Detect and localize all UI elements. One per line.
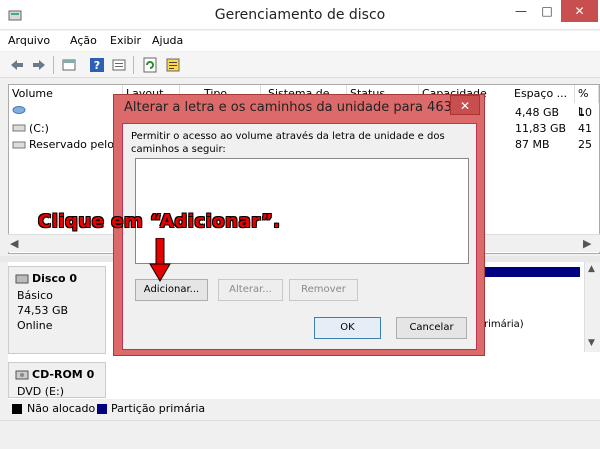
menu-arquivo[interactable]: Arquivo: [8, 34, 50, 47]
disk-type: Básico: [17, 289, 53, 302]
remove-button[interactable]: Remover: [289, 279, 358, 301]
cdrom-0-info[interactable]: CD-ROM 0 DVD (E:): [8, 362, 106, 398]
volume-icon: [12, 105, 26, 118]
maximize-button[interactable]: □: [534, 0, 560, 22]
row-volume: [29, 105, 119, 121]
dialog-description: Permitir o acesso ao volume através da l…: [131, 131, 445, 155]
scroll-down-icon[interactable]: ▼: [588, 338, 595, 348]
disk-size: 74,53 GB: [17, 304, 69, 317]
row-pct: 10: [578, 106, 592, 119]
settings-icon[interactable]: [164, 56, 182, 74]
row-pct: 25: [578, 138, 592, 151]
cdrom-name: CD-ROM 0: [32, 368, 95, 381]
vertical-scrollbar[interactable]: ▲ ▼: [584, 262, 600, 352]
menu-ajuda[interactable]: Ajuda: [152, 34, 183, 47]
row-volume: Reservado pelo Si: [29, 138, 121, 151]
change-button[interactable]: Alterar...: [218, 279, 283, 301]
legend-swatch-primary: [97, 404, 107, 414]
menu-acao[interactable]: Ação: [70, 34, 97, 47]
help-icon[interactable]: ?: [88, 56, 106, 74]
row-space: 4,48 GB: [515, 106, 560, 119]
ok-button[interactable]: OK: [314, 317, 381, 339]
svg-text:?: ?: [94, 59, 100, 72]
disk-state: Online: [17, 319, 53, 332]
menu-exibir[interactable]: Exibir: [110, 34, 141, 47]
toolbar-divider: [133, 56, 134, 74]
drive-icon: [12, 123, 26, 136]
partition-label: rimária): [484, 319, 524, 330]
row-volume: (C:): [29, 122, 49, 135]
disk-0-info[interactable]: Disco 0 Básico 74,53 GB Online: [8, 266, 106, 354]
status-bar: [0, 420, 600, 449]
dialog-body: Permitir o acesso ao volume através da l…: [122, 123, 477, 350]
dialog-close-button[interactable]: ✕: [450, 95, 480, 115]
cdrom-icon: [15, 369, 29, 384]
close-button[interactable]: ✕: [561, 0, 598, 22]
cancel-button[interactable]: Cancelar: [396, 317, 467, 339]
column-header-percent[interactable]: % L: [575, 85, 599, 118]
legend-label-primary: Partição primária: [111, 402, 206, 415]
legend-swatch-unallocated: [12, 404, 22, 414]
menu-bar: Arquivo Ação Exibir Ajuda: [0, 31, 600, 51]
back-arrow-icon[interactable]: [8, 56, 26, 74]
cdrom-type: DVD (E:): [17, 385, 65, 398]
title-bar: Gerenciamento de disco — □ ✕: [0, 0, 600, 30]
scroll-left-icon[interactable]: ◀: [10, 237, 18, 250]
minimize-button[interactable]: —: [508, 0, 534, 22]
list-view-icon[interactable]: [60, 56, 78, 74]
drive-icon: [12, 140, 26, 153]
column-header-espaco[interactable]: Espaço ...: [511, 85, 575, 103]
disk-icon: [15, 273, 29, 288]
row-space: 87 MB: [515, 138, 550, 151]
table-row[interactable]: [12, 105, 26, 118]
refresh-icon[interactable]: [141, 56, 159, 74]
column-header-volume[interactable]: Volume: [9, 85, 123, 103]
row-pct: 41: [578, 122, 592, 135]
toolbar: ?: [0, 52, 600, 78]
dialog-title: Alterar a letra e os caminhos da unidade…: [124, 100, 473, 115]
scroll-up-icon[interactable]: ▲: [588, 264, 595, 274]
partition-bar: [484, 267, 580, 277]
table-row[interactable]: [12, 123, 26, 136]
table-row[interactable]: [12, 140, 26, 153]
forward-arrow-icon[interactable]: [30, 56, 48, 74]
legend-label-unallocated: Não alocado: [27, 402, 96, 415]
scroll-right-icon[interactable]: ▶: [583, 237, 591, 250]
annotation-callout: Clique em “Adicionar”.: [38, 211, 281, 232]
disk-name: Disco 0: [32, 272, 78, 285]
toolbar-divider: [53, 56, 54, 74]
annotation-arrow-icon: [148, 237, 172, 285]
properties-icon[interactable]: [110, 56, 128, 74]
row-space: 11,83 GB: [515, 122, 567, 135]
